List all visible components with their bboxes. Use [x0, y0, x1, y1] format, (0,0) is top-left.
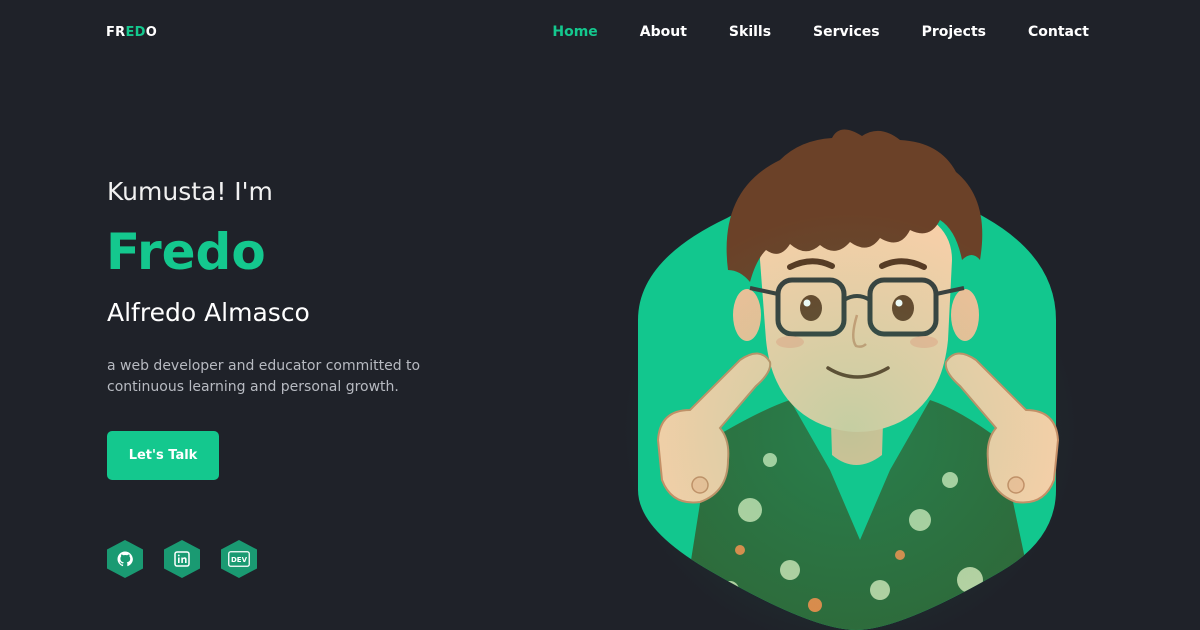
hero-tagline: a web developer and educator committed t…	[107, 358, 421, 395]
site-logo[interactable]: FREDO	[106, 25, 157, 40]
main-nav: Home About Skills Services Projects Cont…	[510, 24, 1089, 40]
logo-part-3: O	[145, 25, 158, 40]
linkedin-icon	[174, 551, 190, 567]
hero-fullname: Alfredo Almasco	[107, 298, 310, 327]
nav-home[interactable]: Home	[552, 24, 597, 40]
dev-link[interactable]: DEV	[221, 540, 257, 578]
dev-icon: DEV	[228, 551, 250, 567]
hero-name: Fredo	[106, 223, 266, 281]
nav-services[interactable]: Services	[813, 24, 880, 40]
github-link[interactable]	[107, 540, 143, 578]
avatar-glow	[620, 210, 1080, 630]
linkedin-link[interactable]	[164, 540, 200, 578]
page: FREDO Home About Skills Services Project…	[0, 0, 1200, 630]
avatar	[600, 110, 1120, 630]
github-icon	[117, 551, 133, 567]
nav-about[interactable]: About	[640, 24, 687, 40]
lets-talk-button[interactable]: Let's Talk	[107, 431, 219, 480]
hero-greeting: Kumusta! I'm	[107, 177, 273, 206]
nav-contact[interactable]: Contact	[1028, 24, 1089, 40]
nav-skills[interactable]: Skills	[729, 24, 771, 40]
social-links: DEV	[107, 540, 278, 578]
dev-icon-label: DEV	[231, 556, 248, 564]
logo-part-2: ED	[125, 25, 146, 40]
nav-projects[interactable]: Projects	[922, 24, 986, 40]
logo-part-1: FR	[106, 25, 126, 40]
